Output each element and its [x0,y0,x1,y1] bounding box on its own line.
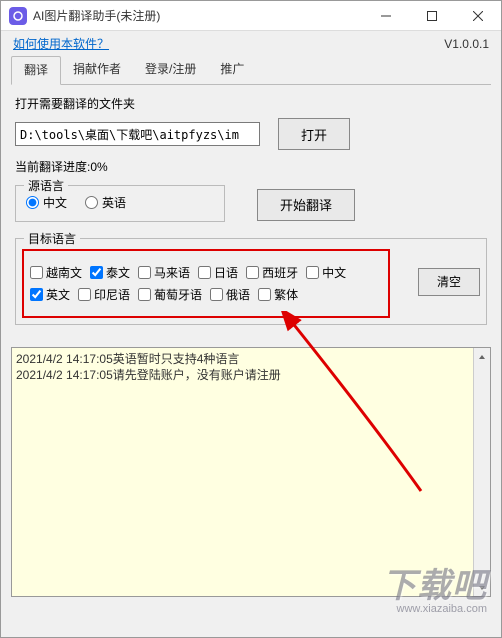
help-link[interactable]: 如何使用本软件？ [13,35,109,52]
tab-bar: 翻译 捐献作者 登录/注册 推广 [11,56,491,85]
tab-content: 打开需要翻译的文件夹 打开 当前翻译进度:0% 源语言 中文 英语 开始翻译 目… [1,85,501,341]
progress-text: 当前翻译进度:0% [15,158,487,175]
version-label: V1.0.0.1 [444,37,489,51]
progress-label: 当前翻译进度: [15,160,90,174]
tab-login[interactable]: 登录/注册 [133,56,208,84]
chk-russian[interactable]: 俄语 [210,286,250,303]
chk-traditional[interactable]: 繁体 [258,286,298,303]
radio-chinese[interactable]: 中文 [26,194,67,211]
window-title: AI图片翻译助手(未注册) [33,7,363,24]
watermark: 下载吧 www.xiazaiba.com [382,558,487,615]
scroll-up-icon[interactable] [474,348,490,365]
chk-spanish[interactable]: 西班牙 [246,264,298,281]
chk-english[interactable]: 英文 [30,286,70,303]
clear-button[interactable]: 清空 [418,268,480,296]
chk-chinese[interactable]: 中文 [306,264,346,281]
chk-portuguese[interactable]: 葡萄牙语 [138,286,202,303]
log-line: 2021/4/2 14:17:05请先登陆账户，没有账户请注册 [16,368,486,384]
minimize-button[interactable] [363,1,409,31]
chk-japanese[interactable]: 日语 [198,264,238,281]
chk-malay[interactable]: 马来语 [138,264,190,281]
target-legend: 目标语言 [24,230,80,247]
source-legend: 源语言 [24,177,68,194]
tab-translate[interactable]: 翻译 [11,56,61,85]
log-line: 2021/4/2 14:17:05英语暂时只支持4种语言 [16,352,486,368]
window-controls [363,1,501,30]
progress-value: 0% [90,160,107,174]
source-language-group: 源语言 中文 英语 [15,185,225,222]
watermark-text: 下载吧 [382,558,487,607]
app-window: AI图片翻译助手(未注册) 如何使用本软件？ V1.0.0.1 翻译 捐献作者 … [0,0,502,638]
chk-vietnamese[interactable]: 越南文 [30,264,82,281]
tab-donate[interactable]: 捐献作者 [61,56,133,84]
target-language-group: 目标语言 越南文 泰文 马来语 日语 西班牙 中文 [15,238,487,325]
start-translate-button[interactable]: 开始翻译 [257,189,355,221]
open-folder-label: 打开需要翻译的文件夹 [15,95,487,112]
close-button[interactable] [455,1,501,31]
radio-english[interactable]: 英语 [85,194,126,211]
title-bar: AI图片翻译助手(未注册) [1,1,501,31]
folder-path-input[interactable] [15,122,260,146]
app-icon [9,7,27,25]
watermark-url: www.xiazaiba.com [382,603,487,615]
maximize-button[interactable] [409,1,455,31]
tab-promote[interactable]: 推广 [208,56,256,84]
chk-thai[interactable]: 泰文 [90,264,130,281]
chk-indonesian[interactable]: 印尼语 [78,286,130,303]
open-button[interactable]: 打开 [278,118,350,150]
